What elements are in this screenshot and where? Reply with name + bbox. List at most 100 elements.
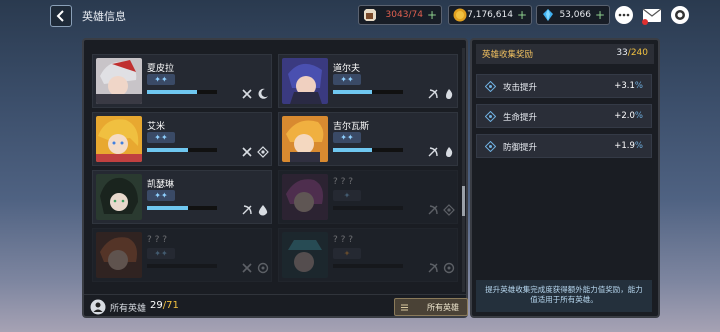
- sword-cross-icon: [242, 89, 252, 99]
- hero-rank-tag: ✦: [333, 190, 361, 201]
- mail-icon[interactable]: [642, 5, 662, 25]
- stat-number: +3.1: [614, 81, 635, 91]
- moon-icon: [258, 88, 268, 99]
- hero-rank-tag: ✦✦: [147, 132, 175, 143]
- hero-progress-fill: [333, 148, 372, 152]
- hero-rank-tag: ✦✦: [147, 190, 175, 201]
- hero-grid[interactable]: 夏皮拉 ✦✦ 道尔夫 ✦✦ 艾米 ✦✦ 吉尔瓦斯 ✦✦ 凯瑟琳 ✦✦ ? ? ?…: [92, 48, 458, 292]
- hero-portrait: [282, 116, 328, 162]
- hero-card-locked[interactable]: ? ? ? ✦: [278, 228, 458, 282]
- add-gem-button[interactable]: +: [595, 9, 609, 21]
- top-bar: 英雄信息 3043/74 + 7,176,614 + 53,066 +: [0, 0, 720, 32]
- hero-filter-label: 所有英雄: [427, 303, 459, 312]
- hero-progress-bar: [147, 148, 217, 152]
- bow-icon: [428, 263, 438, 273]
- all-heroes-label: 所有英雄: [110, 304, 147, 314]
- hero-progress-bar: [333, 206, 403, 210]
- hero-filter-button[interactable]: 所有英雄: [394, 298, 468, 316]
- stat-unit: %: [634, 81, 643, 91]
- stat-name: 防御提升: [503, 143, 538, 153]
- hero-progress-bar: [333, 148, 403, 152]
- hero-owned-count: 29: [150, 300, 163, 311]
- stat-diamond-icon: [485, 81, 496, 92]
- hero-progress-fill: [147, 90, 198, 94]
- collection-progress: 33/240: [616, 48, 648, 58]
- hero-progress-fill: [147, 206, 188, 210]
- hero-progress-bar: [147, 90, 217, 94]
- stat-number: +2.0: [614, 111, 635, 121]
- hero-name: 吉尔瓦斯: [333, 122, 370, 132]
- stat-value: +2.0%: [614, 111, 643, 121]
- gold-counter[interactable]: 7,176,614 +: [448, 5, 532, 25]
- hero-card[interactable]: 凯瑟琳 ✦✦: [92, 170, 272, 224]
- hero-portrait: [282, 174, 328, 220]
- hero-portrait: [96, 174, 142, 220]
- chat-icon[interactable]: [614, 5, 634, 25]
- hero-rank-tag: ✦✦: [147, 248, 175, 259]
- chevron-left-icon: [56, 10, 64, 22]
- hero-card[interactable]: 道尔夫 ✦✦: [278, 54, 458, 108]
- stat-number: +1.9: [614, 141, 635, 151]
- bow-icon: [428, 89, 438, 99]
- hero-portrait: [282, 232, 328, 278]
- collection-reward-panel: 英雄收集奖励 33/240 攻击提升 +3.1% 生命提升 +2.0% 防御提升…: [470, 38, 660, 318]
- flame-icon: [446, 89, 453, 99]
- water-drop-icon: [258, 205, 268, 216]
- stat-unit: %: [634, 111, 643, 121]
- add-stamina-button[interactable]: +: [427, 9, 441, 21]
- hero-progress-bar: [333, 264, 403, 268]
- diamond-icon: [543, 9, 553, 21]
- hero-group-icon: [90, 299, 106, 315]
- hero-portrait: [96, 58, 142, 104]
- hero-rank-tag: ✦✦: [333, 132, 361, 143]
- hero-name: 凯瑟琳: [147, 180, 175, 190]
- hero-name: ? ? ?: [147, 235, 168, 245]
- hero-rank-tag: ✦✦: [147, 74, 175, 85]
- stat-defense-row: 防御提升 +1.9%: [476, 134, 652, 158]
- bow-icon: [428, 205, 438, 215]
- stat-name: 生命提升: [503, 113, 538, 123]
- collection-header: 英雄收集奖励 33/240: [476, 44, 654, 64]
- stat-attack-row: 攻击提升 +3.1%: [476, 74, 652, 98]
- hero-total-count: 71: [166, 300, 179, 311]
- hero-card-locked[interactable]: ? ? ? ✦: [278, 170, 458, 224]
- scroll-thumb[interactable]: [462, 186, 465, 216]
- hero-progress-bar: [333, 90, 403, 94]
- stat-unit: %: [634, 141, 643, 151]
- gem-counter[interactable]: 53,066 +: [536, 5, 610, 25]
- hero-card-locked[interactable]: ? ? ? ✦✦: [92, 228, 272, 282]
- back-button[interactable]: [50, 5, 72, 27]
- collection-count-total: 240: [630, 48, 648, 58]
- coffee-cup-icon: [364, 9, 376, 21]
- gem-value: 53,066: [559, 10, 591, 20]
- stat-hp-row: 生命提升 +2.0%: [476, 104, 652, 128]
- hero-rank-tag: ✦: [333, 248, 361, 259]
- stamina-counter[interactable]: 3043/74 +: [358, 5, 442, 25]
- flame-icon: [446, 147, 453, 157]
- hero-rank-tag: ✦✦: [333, 74, 361, 85]
- stat-diamond-icon: [485, 141, 496, 152]
- hero-portrait: [96, 232, 142, 278]
- hero-name: ? ? ?: [333, 177, 354, 187]
- hero-list-panel: 夏皮拉 ✦✦ 道尔夫 ✦✦ 艾米 ✦✦ 吉尔瓦斯 ✦✦ 凯瑟琳 ✦✦ ? ? ?…: [82, 38, 468, 318]
- menu-lines-icon: [401, 304, 408, 311]
- stat-value: +1.9%: [614, 141, 643, 151]
- diamond-element-icon: [443, 204, 455, 216]
- hero-card[interactable]: 吉尔瓦斯 ✦✦: [278, 112, 458, 166]
- gear-icon[interactable]: [670, 5, 690, 25]
- hero-name: 道尔夫: [333, 64, 361, 74]
- bow-icon: [242, 205, 252, 215]
- hero-count: 29/71: [150, 300, 179, 311]
- add-gold-button[interactable]: +: [517, 9, 531, 21]
- stat-diamond-icon: [485, 111, 496, 122]
- hero-portrait: [282, 58, 328, 104]
- stat-value: +3.1%: [614, 81, 643, 91]
- hero-card[interactable]: 夏皮拉 ✦✦: [92, 54, 272, 108]
- hero-progress-bar: [147, 206, 217, 210]
- hero-card[interactable]: 艾米 ✦✦: [92, 112, 272, 166]
- sword-cross-icon: [242, 147, 252, 157]
- gold-coin-icon: [453, 8, 467, 22]
- hero-list-scrollbar[interactable]: [462, 48, 465, 292]
- hero-name: 夏皮拉: [147, 64, 175, 74]
- stat-name: 攻击提升: [503, 83, 538, 93]
